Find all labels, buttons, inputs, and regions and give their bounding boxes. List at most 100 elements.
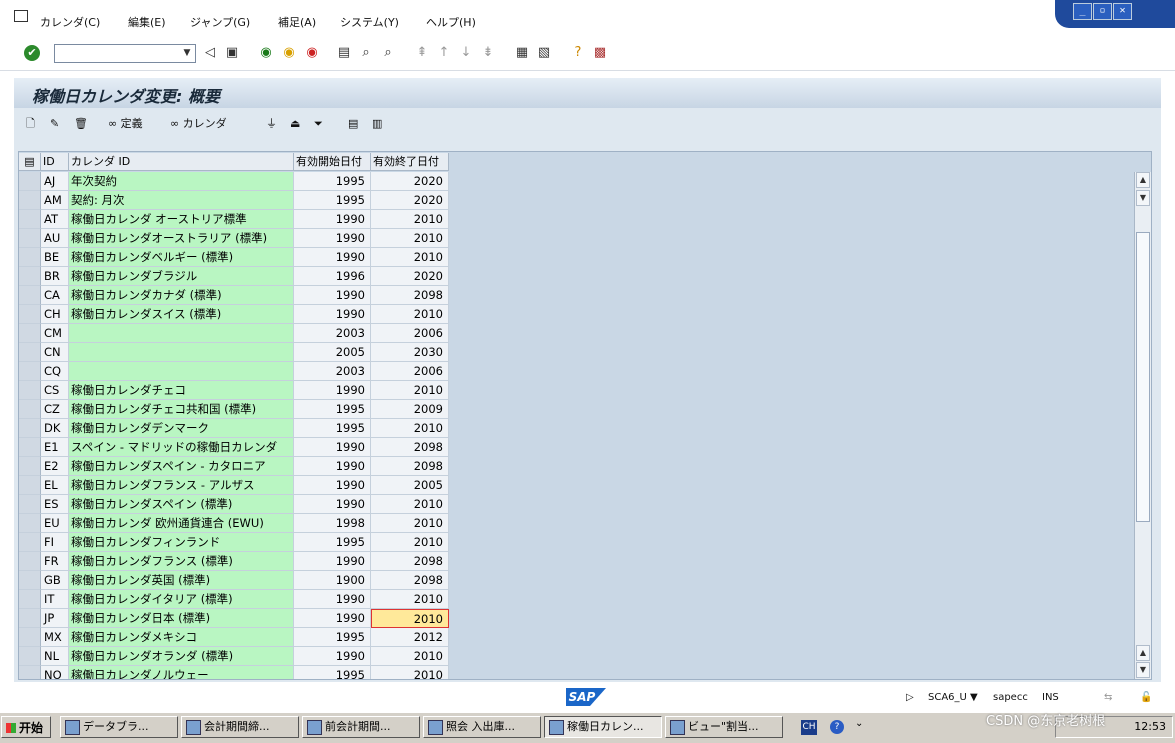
- print-icon[interactable]: ▤: [336, 45, 352, 61]
- table-row[interactable]: CS 稼働日カレンダチェコ 1990 2010: [19, 381, 449, 400]
- filter-icon[interactable]: ⏚: [266, 116, 277, 132]
- row-selector[interactable]: [19, 248, 41, 267]
- row-selector[interactable]: [19, 362, 41, 381]
- cell-valid-to[interactable]: 2006: [371, 324, 449, 343]
- cell-calendar-name[interactable]: 稼働日カレンダベルギー (標準): [69, 248, 294, 267]
- menu-calendar[interactable]: カレンダ(C): [40, 14, 100, 30]
- cell-valid-to[interactable]: 2098: [371, 438, 449, 457]
- cell-calendar-name[interactable]: 稼働日カレンダオランダ (標準): [69, 647, 294, 666]
- cancel-icon[interactable]: ◉: [304, 45, 320, 61]
- cell-valid-to[interactable]: 2010: [371, 590, 449, 609]
- cell-valid-from[interactable]: 1995: [294, 191, 371, 210]
- cell-valid-from[interactable]: 1990: [294, 647, 371, 666]
- ime-indicator[interactable]: CH: [801, 720, 817, 735]
- cell-id[interactable]: CS: [41, 381, 69, 400]
- cell-valid-to[interactable]: 2010: [371, 210, 449, 229]
- menu-edit[interactable]: 編集(E): [128, 14, 166, 30]
- cell-calendar-name[interactable]: 稼働日カレンダ オーストリア標準: [69, 210, 294, 229]
- command-field[interactable]: ▼: [54, 44, 196, 63]
- sort-descending-icon[interactable]: ⏷: [314, 116, 323, 132]
- cell-calendar-name[interactable]: 稼働日カレンダスペイン (標準): [69, 495, 294, 514]
- row-selector[interactable]: [19, 571, 41, 590]
- row-selector[interactable]: [19, 381, 41, 400]
- cell-valid-from[interactable]: 1995: [294, 419, 371, 438]
- cell-valid-to[interactable]: 2010: [371, 381, 449, 400]
- cell-calendar-name[interactable]: 稼働日カレンダカナダ (標準): [69, 286, 294, 305]
- cell-valid-to[interactable]: 2030: [371, 343, 449, 362]
- cell-valid-from[interactable]: 1900: [294, 571, 371, 590]
- menu-extras[interactable]: 補足(A): [278, 14, 316, 30]
- row-selector[interactable]: [19, 666, 41, 679]
- chevron-down-icon[interactable]: ▼: [180, 46, 194, 61]
- minimize-icon[interactable]: _: [1073, 3, 1092, 20]
- sort-ascending-icon[interactable]: ⏏: [290, 116, 300, 132]
- cell-calendar-name[interactable]: 稼働日カレンダ日本 (標準): [69, 609, 294, 628]
- table-row[interactable]: E1 スペイン - マドリッドの稼働日カレンダ 1990 2098: [19, 438, 449, 457]
- cell-valid-to[interactable]: 2020: [371, 172, 449, 191]
- row-selector[interactable]: [19, 438, 41, 457]
- cell-valid-to[interactable]: 2010: [371, 248, 449, 267]
- cell-id[interactable]: EL: [41, 476, 69, 495]
- table-row[interactable]: AJ 年次契約 1995 2020: [19, 172, 449, 191]
- cell-calendar-name[interactable]: 稼働日カレンダフランス (標準): [69, 552, 294, 571]
- cell-valid-to[interactable]: 2010: [371, 305, 449, 324]
- row-selector[interactable]: [19, 172, 41, 191]
- layout-icon[interactable]: ▩: [592, 45, 608, 61]
- help-icon[interactable]: ?: [830, 720, 844, 734]
- scroll-page-up-icon[interactable]: ▼: [1136, 190, 1150, 206]
- find-next-icon[interactable]: ⌕: [380, 45, 396, 61]
- vertical-scrollbar[interactable]: ▲ ▼ ▲ ▼: [1134, 172, 1151, 679]
- cell-valid-to[interactable]: 2020: [371, 191, 449, 210]
- column-header-valid-from[interactable]: 有効開始日付: [294, 153, 371, 171]
- cell-valid-from[interactable]: 2005: [294, 343, 371, 362]
- cell-valid-from[interactable]: 1990: [294, 476, 371, 495]
- last-page-icon[interactable]: ⇟: [480, 45, 496, 61]
- ime-options-icon[interactable]: ⌄: [855, 718, 863, 729]
- menu-jump[interactable]: ジャンプ(G): [190, 14, 250, 30]
- row-selector[interactable]: [19, 533, 41, 552]
- cell-calendar-name[interactable]: 稼働日カレンダ英国 (標準): [69, 571, 294, 590]
- cell-id[interactable]: IT: [41, 590, 69, 609]
- back-green-icon[interactable]: ◉: [258, 45, 274, 61]
- table-row[interactable]: IT 稼働日カレンダイタリア (標準) 1990 2010: [19, 590, 449, 609]
- cell-valid-to[interactable]: 2010: [371, 666, 449, 679]
- cell-valid-from[interactable]: 1990: [294, 438, 371, 457]
- close-icon[interactable]: ✕: [1113, 3, 1132, 20]
- cell-calendar-name[interactable]: 稼働日カレンダフランス - アルザス: [69, 476, 294, 495]
- table-row[interactable]: DK 稼働日カレンダデンマーク 1995 2010: [19, 419, 449, 438]
- start-button[interactable]: 开始: [1, 716, 51, 738]
- table-row[interactable]: CN 2005 2030: [19, 343, 449, 362]
- deselect-all-icon[interactable]: ▥: [372, 116, 382, 132]
- table-row[interactable]: E2 稼働日カレンダスペイン - カタロニア 1990 2098: [19, 457, 449, 476]
- cell-valid-from[interactable]: 1990: [294, 552, 371, 571]
- row-selector[interactable]: [19, 552, 41, 571]
- table-row[interactable]: JP 稼働日カレンダ日本 (標準) 1990 2010: [19, 609, 449, 628]
- table-row[interactable]: FI 稼働日カレンダフィンランド 1995 2010: [19, 533, 449, 552]
- cell-calendar-name[interactable]: 稼働日カレンダ 欧州通貨連合 (EWU): [69, 514, 294, 533]
- column-header-calendar-id[interactable]: カレンダ ID: [69, 153, 294, 171]
- table-row[interactable]: AU 稼働日カレンダオーストラリア (標準) 1990 2010: [19, 229, 449, 248]
- column-header-valid-to[interactable]: 有効終了日付: [371, 153, 449, 171]
- cell-calendar-name[interactable]: 稼働日カレンダスペイン - カタロニア: [69, 457, 294, 476]
- cell-calendar-name[interactable]: スペイン - マドリッドの稼働日カレンダ: [69, 438, 294, 457]
- task-button-1[interactable]: 会計期間締...: [181, 716, 299, 738]
- cell-calendar-name[interactable]: 稼働日カレンダデンマーク: [69, 419, 294, 438]
- scroll-up-icon[interactable]: ▲: [1136, 172, 1150, 188]
- cell-id[interactable]: CN: [41, 343, 69, 362]
- cell-valid-from[interactable]: 1998: [294, 514, 371, 533]
- cell-valid-from[interactable]: 1990: [294, 210, 371, 229]
- row-selector[interactable]: [19, 514, 41, 533]
- row-selector[interactable]: [19, 628, 41, 647]
- cell-valid-to[interactable]: 2009: [371, 400, 449, 419]
- row-selector[interactable]: [19, 457, 41, 476]
- cell-valid-from[interactable]: 1990: [294, 609, 371, 628]
- table-row[interactable]: FR 稼働日カレンダフランス (標準) 1990 2098: [19, 552, 449, 571]
- table-row[interactable]: CA 稼働日カレンダカナダ (標準) 1990 2098: [19, 286, 449, 305]
- cell-id[interactable]: FI: [41, 533, 69, 552]
- scroll-page-down-icon[interactable]: ▲: [1136, 645, 1150, 661]
- row-selector[interactable]: [19, 419, 41, 438]
- cell-calendar-name[interactable]: [69, 324, 294, 343]
- cell-id[interactable]: BR: [41, 267, 69, 286]
- cell-valid-from[interactable]: 1995: [294, 400, 371, 419]
- enter-icon[interactable]: ✔: [24, 45, 40, 61]
